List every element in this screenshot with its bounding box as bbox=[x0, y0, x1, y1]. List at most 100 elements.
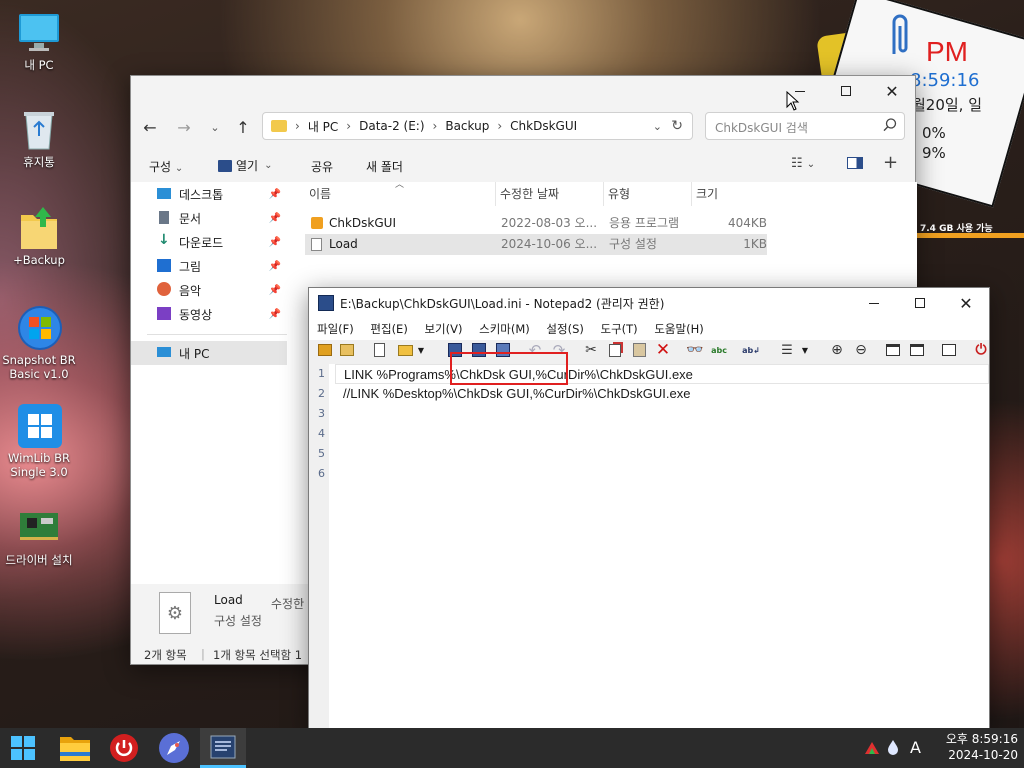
new-file-icon[interactable] bbox=[369, 340, 389, 360]
code-area[interactable]: LINK %Programs%\ChkDsk GUI,%CurDir%\ChkD… bbox=[335, 364, 989, 484]
scheme-config-icon[interactable] bbox=[907, 340, 927, 360]
scheme-icon[interactable] bbox=[883, 340, 903, 360]
column-header-type[interactable]: 유형 bbox=[603, 182, 691, 206]
menu-item-edit[interactable]: 편집(E) bbox=[370, 322, 407, 336]
new-folder-button[interactable]: 새 폴더 bbox=[366, 158, 403, 175]
goto-icon[interactable]: ab↲ bbox=[741, 340, 761, 360]
nav-item-downloads[interactable]: ↓ 다운로드 📌 bbox=[131, 230, 289, 254]
tray-drop-icon[interactable] bbox=[887, 739, 899, 758]
dropdown-arrow-icon[interactable]: ▼ bbox=[799, 340, 811, 360]
minimize-button[interactable] bbox=[851, 288, 897, 318]
word-wrap-icon[interactable]: ☰ bbox=[777, 340, 797, 360]
zoom-out-icon[interactable]: ⊖ bbox=[851, 340, 871, 360]
breadcrumb-item[interactable]: Data-2 (E:) bbox=[359, 119, 424, 133]
nav-item-videos[interactable]: 동영상 📌 bbox=[131, 302, 289, 326]
nav-item-this-pc[interactable]: 내 PC bbox=[131, 341, 287, 365]
nav-item-documents[interactable]: 문서 📌 bbox=[131, 206, 289, 230]
share-button[interactable]: 공유 bbox=[311, 158, 333, 175]
up-button[interactable]: ↑ bbox=[231, 114, 255, 140]
desktop-icon-backup[interactable]: +Backup bbox=[1, 205, 77, 267]
start-button[interactable] bbox=[3, 728, 43, 768]
tray-network-icon[interactable] bbox=[864, 741, 880, 758]
launcher-taskbar-button[interactable] bbox=[154, 728, 194, 768]
editor[interactable]: 1 2 3 4 5 6 LINK %Programs%\ChkDsk GUI,%… bbox=[309, 352, 989, 731]
add-button[interactable]: + bbox=[883, 152, 898, 173]
breadcrumb-item[interactable]: Backup bbox=[445, 119, 489, 133]
copy-icon[interactable] bbox=[605, 340, 625, 360]
breadcrumb-item[interactable]: 내 PC bbox=[308, 118, 338, 135]
chevron-down-icon[interactable]: ⌄ bbox=[653, 120, 662, 133]
notepad2-taskbar-button[interactable] bbox=[200, 728, 246, 768]
minimize-button[interactable] bbox=[777, 76, 823, 106]
file-explorer-taskbar-button[interactable] bbox=[55, 728, 95, 768]
nav-item-pictures[interactable]: 그림 📌 bbox=[131, 254, 289, 278]
file-row[interactable]: ChkDskGUI 2022-08-03 오... 응용 프로그램 404KB bbox=[305, 213, 767, 234]
zoom-in-icon[interactable]: ⊕ bbox=[827, 340, 847, 360]
taskbar-clock[interactable]: 오후 8:59:16 2024-10-20 bbox=[930, 731, 1018, 763]
open-file-icon[interactable] bbox=[395, 340, 415, 360]
code-line[interactable]: //LINK %Desktop%\ChkDsk GUI,%CurDir%\Chk… bbox=[335, 384, 989, 404]
forward-button[interactable]: → bbox=[171, 114, 197, 140]
line-number: 5 bbox=[318, 447, 325, 460]
code-line-current[interactable]: LINK %Programs%\ChkDsk GUI,%CurDir%\ChkD… bbox=[335, 364, 989, 384]
code-line[interactable] bbox=[335, 444, 989, 464]
navigation-pane: 데스크톱 📌 문서 📌 ↓ 다운로드 📌 그림 📌 음악 📌 동영상 📌 내 PC bbox=[131, 182, 289, 584]
breadcrumb-item[interactable]: ChkDskGUI bbox=[510, 119, 577, 133]
details-pane-button[interactable] bbox=[847, 157, 863, 169]
organize-button[interactable]: 구성 ⌄ bbox=[149, 158, 183, 175]
circuit-board-icon bbox=[17, 505, 61, 549]
view-options-button[interactable]: ☷ ⌄ bbox=[791, 156, 815, 171]
taskbar: A 오후 8:59:16 2024-10-20 bbox=[0, 728, 1024, 768]
maximize-button[interactable] bbox=[897, 288, 943, 318]
delete-icon[interactable]: ✕ bbox=[653, 340, 673, 360]
nav-item-music[interactable]: 음악 📌 bbox=[131, 278, 289, 302]
monitor-icon bbox=[17, 10, 61, 54]
menu-item-help[interactable]: 도움말(H) bbox=[654, 322, 703, 336]
menu-item-tools[interactable]: 도구(T) bbox=[601, 322, 638, 336]
menu-item-settings[interactable]: 설정(S) bbox=[546, 322, 583, 336]
open-button[interactable]: 열기 ⌄ bbox=[218, 157, 272, 174]
file-row-selected[interactable]: Load 2024-10-06 오... 구성 설정 1KB bbox=[305, 234, 767, 255]
desktop-icon-driver-install[interactable]: 드라이버 설치 bbox=[1, 505, 77, 567]
maximize-button[interactable] bbox=[823, 76, 869, 106]
replace-icon[interactable]: abc bbox=[709, 340, 729, 360]
desktop-icon-this-pc[interactable]: 내 PC bbox=[1, 10, 77, 72]
close-button[interactable]: ✕ bbox=[943, 288, 989, 318]
recent-dropdown-button[interactable]: ⌄ bbox=[205, 114, 225, 140]
column-header-size[interactable]: 크기 bbox=[691, 182, 771, 206]
breadcrumb-separator: › bbox=[497, 119, 503, 133]
favorites-icon[interactable] bbox=[315, 340, 335, 360]
address-bar[interactable]: › 내 PC › Data-2 (E:) › Backup › ChkDskGU… bbox=[262, 112, 693, 140]
column-header-date[interactable]: 수정한 날짜 bbox=[495, 182, 603, 206]
browse-icon[interactable] bbox=[337, 340, 357, 360]
code-line[interactable] bbox=[335, 404, 989, 424]
refresh-icon[interactable]: ↻ bbox=[671, 118, 683, 134]
desktop-icon-wimlib-br[interactable]: WimLib BR Single 3.0 bbox=[1, 403, 77, 479]
nav-item-desktop[interactable]: 데스크톱 📌 bbox=[131, 182, 289, 206]
menu-bar: 파일(F) 편집(E) 보기(V) 스키마(M) 설정(S) 도구(T) 도움말… bbox=[309, 318, 989, 340]
address-row: ← → ⌄ ↑ › 내 PC › Data-2 (E:) › Backup › … bbox=[131, 110, 917, 144]
menu-item-scheme[interactable]: 스키마(M) bbox=[479, 322, 530, 336]
power-taskbar-button[interactable] bbox=[104, 728, 144, 768]
dropdown-arrow-icon[interactable]: ▼ bbox=[415, 340, 427, 360]
notepad2-window[interactable]: E:\Backup\ChkDskGUI\Load.ini - Notepad2 … bbox=[308, 287, 990, 732]
close-button[interactable]: ✕ bbox=[869, 76, 915, 106]
settings-file-icon: ⚙ bbox=[159, 592, 191, 634]
widget-date: 월20일, 일 bbox=[912, 96, 983, 114]
menu-item-file[interactable]: 파일(F) bbox=[317, 322, 354, 336]
desktop-icon-snapshot-br[interactable]: Snapshot BR Basic v1.0 bbox=[1, 305, 77, 381]
back-button[interactable]: ← bbox=[137, 114, 163, 140]
desktop-icon-recycle-bin[interactable]: 휴지통 bbox=[1, 107, 77, 169]
search-box[interactable]: ChkDskGUI 검색 bbox=[705, 112, 905, 140]
search-input[interactable]: ChkDskGUI 검색 bbox=[715, 119, 808, 136]
find-icon[interactable]: 👓 bbox=[685, 340, 705, 360]
column-header-name[interactable]: 이름 bbox=[305, 182, 495, 206]
code-line[interactable] bbox=[335, 464, 989, 484]
customize-schemes-icon[interactable] bbox=[939, 340, 959, 360]
exit-icon[interactable]: ⏻ bbox=[971, 340, 991, 360]
ime-indicator[interactable]: A bbox=[910, 738, 921, 757]
cut-icon[interactable]: ✂ bbox=[581, 340, 601, 360]
menu-item-view[interactable]: 보기(V) bbox=[424, 322, 462, 336]
paste-icon[interactable] bbox=[629, 340, 649, 360]
code-line[interactable] bbox=[335, 424, 989, 444]
